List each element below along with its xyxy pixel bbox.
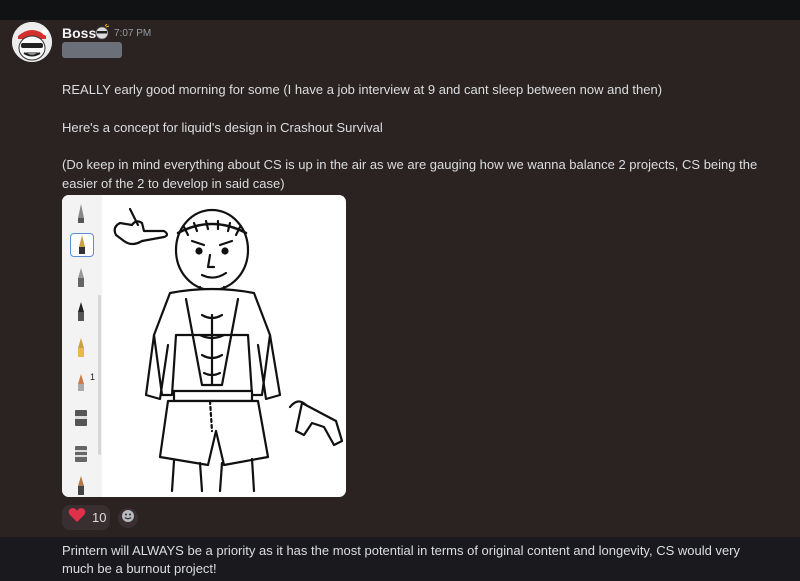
role-icon[interactable] [94, 23, 110, 40]
pen-icon [70, 203, 92, 225]
redacted-block [62, 42, 122, 58]
next-message-line-2: much be a burnout project! [62, 561, 217, 576]
heart-reaction[interactable]: 10 [62, 505, 110, 530]
attachment-image[interactable]: 1 [62, 195, 346, 497]
add-reaction-button[interactable] [118, 508, 138, 528]
message-line-1: REALLY early good morning for some (I ha… [62, 82, 663, 97]
message-line-4: easier of the 2 to develop in said case) [62, 176, 285, 191]
toolbar-scrollbar[interactable] [98, 295, 101, 455]
username[interactable]: Boss [62, 25, 96, 41]
pencil-icon [70, 337, 92, 359]
message-line-3: (Do keep in mind everything about CS is … [62, 157, 758, 172]
fountain-pen-icon [70, 233, 94, 257]
message-line-2: Here's a concept for liquid's design in … [62, 120, 383, 135]
tool-number: 1 [90, 372, 96, 382]
reaction-count: 10 [92, 510, 107, 525]
heart-icon [68, 507, 86, 528]
avatar[interactable] [12, 22, 52, 62]
marker-icon [70, 267, 92, 289]
ink-pen-icon [70, 301, 92, 323]
next-message-line-1: Printern will ALWAYS be a priority as it… [62, 543, 740, 558]
crayon-icon [70, 371, 92, 393]
drawing-toolbar: 1 [62, 195, 102, 497]
top-bar [0, 0, 800, 20]
timestamp: 7:07 PM [114, 28, 152, 39]
smiley-icon [121, 509, 135, 528]
eraser-icon [70, 407, 92, 429]
pencil-icon [70, 475, 92, 497]
character-sketch [113, 207, 344, 493]
stamp-icon [70, 443, 92, 465]
